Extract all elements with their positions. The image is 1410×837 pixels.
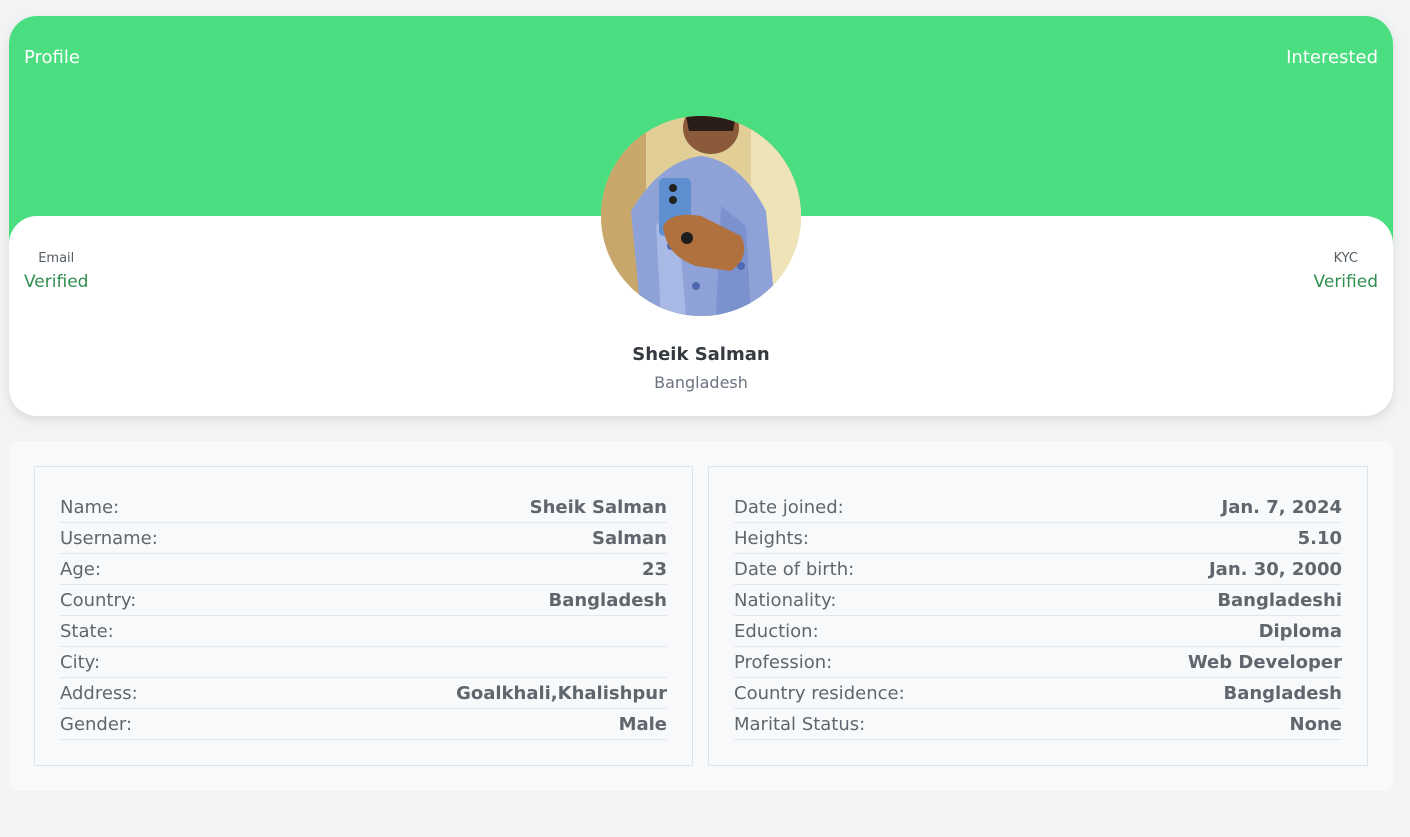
profile-details-panel: Date joined: Jan. 7, 2024 Heights: 5.10 Da… <box>708 466 1368 766</box>
detail-row-date-of-birth: Date of birth: Jan. 30, 2000 <box>734 554 1342 585</box>
detail-value: 23 <box>641 558 667 580</box>
detail-label: State: <box>60 620 114 642</box>
detail-label: Eduction: <box>734 620 819 642</box>
detail-label: Profession: <box>734 651 833 673</box>
detail-label: Date of birth: <box>734 558 855 580</box>
detail-label: City: <box>60 651 101 673</box>
detail-label: Age: <box>60 558 101 580</box>
detail-value: Bangladeshi <box>1217 589 1342 611</box>
detail-label: Country: <box>60 589 137 611</box>
detail-row-city: City: <box>60 647 667 678</box>
detail-label: Name: <box>60 496 120 518</box>
kyc-status: KYC Verified <box>1313 251 1378 293</box>
personal-details-panel: Name: Sheik Salman Username: Salman Age: 23… <box>34 466 693 766</box>
detail-row-address: Address: Goalkhali,Khalishpur <box>60 678 667 709</box>
interested-link[interactable]: Interested <box>1286 47 1378 68</box>
detail-row-profession: Profession: Web Developer <box>734 647 1342 678</box>
kyc-status-value: Verified <box>1313 272 1378 292</box>
detail-value: Male <box>618 713 667 735</box>
detail-value: Diploma <box>1258 620 1342 642</box>
detail-label: Heights: <box>734 527 809 549</box>
detail-label: Username: <box>60 527 158 549</box>
detail-value: Bangladesh <box>548 589 667 611</box>
detail-row-date-joined: Date joined: Jan. 7, 2024 <box>734 492 1342 523</box>
detail-label: Nationality: <box>734 589 837 611</box>
detail-row-heights: Heights: 5.10 <box>734 523 1342 554</box>
detail-label: Gender: <box>60 713 133 735</box>
profile-card: Profile Interested Email Verified KYC Ve… <box>9 16 1393 416</box>
detail-value: Jan. 30, 2000 <box>1208 558 1342 580</box>
detail-row-gender: Gender: Male <box>60 709 667 740</box>
avatar <box>601 116 801 316</box>
detail-row-country-residence: Country residence: Bangladesh <box>734 678 1342 709</box>
detail-row-name: Name: Sheik Salman <box>60 492 667 523</box>
detail-value: 5.10 <box>1297 527 1342 549</box>
profile-link[interactable]: Profile <box>24 47 80 68</box>
email-status-value: Verified <box>24 272 89 292</box>
detail-label: Country residence: <box>734 682 905 704</box>
detail-row-username: Username: Salman <box>60 523 667 554</box>
detail-value: None <box>1289 713 1342 735</box>
detail-value: Salman <box>592 527 667 549</box>
email-status-label: Email <box>38 251 75 266</box>
detail-row-nationality: Nationality: Bangladeshi <box>734 585 1342 616</box>
details-section: Name: Sheik Salman Username: Salman Age: 23… <box>9 441 1393 791</box>
detail-label: Marital Status: <box>734 713 866 735</box>
detail-label: Date joined: <box>734 496 844 518</box>
detail-row-marital-status: Marital Status: None <box>734 709 1342 740</box>
user-country: Bangladesh <box>654 373 748 392</box>
detail-value: Sheik Salman <box>529 496 667 518</box>
detail-value: Jan. 7, 2024 <box>1221 496 1343 518</box>
detail-value: Goalkhali,Khalishpur <box>456 682 667 704</box>
user-name: Sheik Salman <box>632 344 770 365</box>
detail-row-age: Age: 23 <box>60 554 667 585</box>
avatar-photo <box>601 116 801 316</box>
detail-row-state: State: <box>60 616 667 647</box>
detail-label: Address: <box>60 682 138 704</box>
detail-value: Bangladesh <box>1223 682 1342 704</box>
detail-value: Web Developer <box>1187 651 1342 673</box>
kyc-status-label: KYC <box>1333 251 1358 266</box>
detail-row-education: Eduction: Diploma <box>734 616 1342 647</box>
email-status: Email Verified <box>24 251 89 293</box>
detail-row-country: Country: Bangladesh <box>60 585 667 616</box>
